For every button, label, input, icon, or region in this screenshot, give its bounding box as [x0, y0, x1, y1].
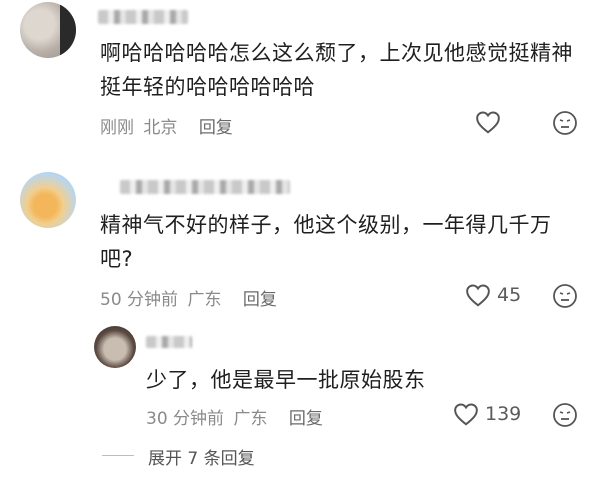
- like-button[interactable]: [475, 110, 501, 134]
- comment-time: 刚刚: [100, 118, 134, 138]
- like-button[interactable]: 45: [465, 283, 521, 307]
- like-count: 45: [497, 284, 522, 306]
- comment-time: 50 分钟前: [100, 290, 179, 310]
- like-count: 139: [485, 403, 522, 425]
- avatar[interactable]: [94, 326, 136, 368]
- reply-button[interactable]: 回复: [199, 118, 233, 138]
- reply-text: 少了，他是最早一批原始股东: [146, 368, 426, 392]
- avatar[interactable]: [20, 172, 76, 228]
- reply-time: 30 分钟前: [146, 409, 225, 429]
- expand-replies-button[interactable]: 展开 7 条回复: [148, 444, 255, 469]
- comment-text: 精神气不好的样子，他这个级别，一年得几千万 吧?: [100, 213, 552, 271]
- comment-location: 广东: [187, 290, 222, 310]
- expand-divider: [102, 455, 134, 456]
- reply-button[interactable]: 回复: [243, 290, 277, 310]
- heart-outline-icon: [454, 403, 478, 426]
- avatar[interactable]: [20, 2, 76, 58]
- meh-face-icon[interactable]: [552, 402, 578, 428]
- heart-outline-icon: [466, 284, 490, 307]
- comment-location: 北京: [143, 118, 178, 138]
- reply-button[interactable]: 回复: [289, 409, 323, 429]
- comment-meta: 刚刚 北京 回复: [100, 113, 233, 138]
- like-button[interactable]: 139: [453, 402, 521, 426]
- reply-location: 广东: [233, 409, 268, 429]
- heart-outline-icon: [476, 111, 500, 134]
- meh-face-icon[interactable]: [552, 283, 578, 309]
- meh-face-icon[interactable]: [552, 110, 578, 136]
- username-blurred[interactable]: [98, 10, 188, 24]
- reply-meta: 30 分钟前 广东 回复: [146, 404, 323, 429]
- username-blurred[interactable]: [120, 180, 290, 194]
- comment-meta: 50 分钟前 广东 回复: [100, 285, 277, 310]
- comment-text: 啊哈哈哈哈哈怎么这么颓了，上次见他感觉挺精神 挺年轻的哈哈哈哈哈哈: [100, 41, 573, 99]
- username-blurred[interactable]: [146, 336, 192, 348]
